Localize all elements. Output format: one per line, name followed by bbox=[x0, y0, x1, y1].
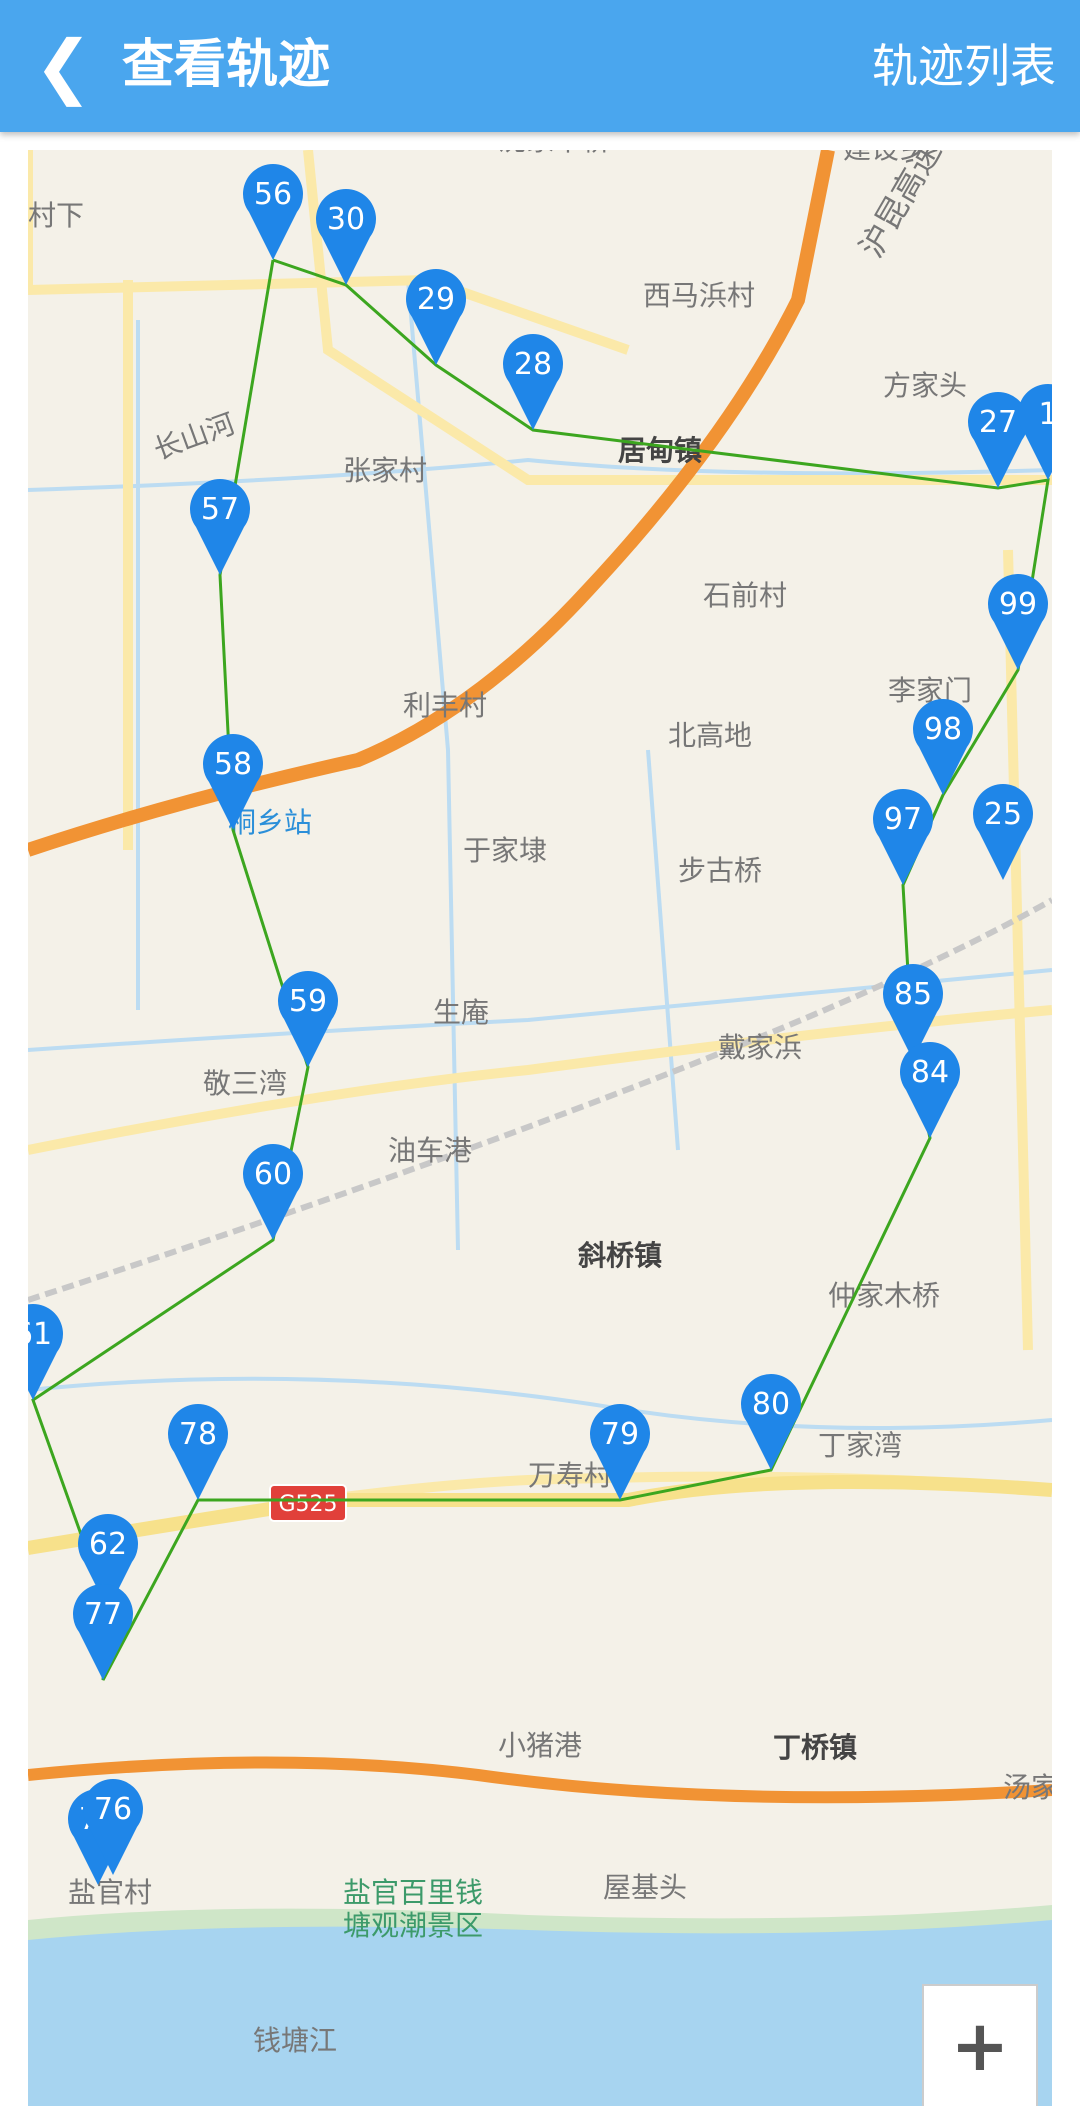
place-label: 戴家浜 bbox=[718, 1031, 802, 1064]
marker-label: 27 bbox=[979, 405, 1017, 440]
expressway-south bbox=[28, 1756, 1052, 1804]
marker-label: 84 bbox=[911, 1055, 949, 1090]
marker-label: 85 bbox=[894, 977, 932, 1012]
place-label: 利丰村 bbox=[403, 689, 487, 722]
railway bbox=[28, 897, 1052, 1303]
place-label: 屋基头 bbox=[603, 1871, 687, 1904]
qiantang-river bbox=[28, 1910, 1052, 2106]
marker-label: 30 bbox=[327, 202, 365, 237]
place-label: 敬三湾 bbox=[203, 1067, 287, 1100]
place-label: 盐官百里钱 bbox=[343, 1876, 483, 1909]
place-label: 张家村 bbox=[343, 454, 427, 487]
place-label: 生庵 bbox=[433, 996, 489, 1029]
place-label: 小猪港 bbox=[498, 1729, 582, 1762]
place-label: 盐官村 bbox=[68, 1876, 152, 1909]
place-label: 钱塘江 bbox=[253, 2024, 337, 2057]
marker-label: 28 bbox=[514, 347, 552, 382]
marker-label: 29 bbox=[417, 282, 455, 317]
zoom-in-button[interactable]: + bbox=[922, 1984, 1038, 2106]
marker-label: 97 bbox=[884, 802, 922, 837]
map-view[interactable]: G525 沪昆高速 沈家木桥建设乡西马浜村方家头居甸镇张家村石前村李家门利丰村北… bbox=[28, 150, 1052, 2106]
track-list-button[interactable]: 轨迹列表 bbox=[872, 34, 1056, 98]
marker-label: 59 bbox=[289, 984, 327, 1019]
place-label: 油车港 bbox=[388, 1134, 472, 1167]
marker-label: 77 bbox=[84, 1597, 122, 1632]
track-marker[interactable]: 98 bbox=[913, 699, 974, 795]
track-marker[interactable]: 84 bbox=[900, 1042, 961, 1138]
track-marker[interactable]: 78 bbox=[168, 1404, 228, 1500]
marker-label: 98 bbox=[924, 712, 962, 747]
header-bar: ❮ 查看轨迹 轨迹列表 bbox=[0, 0, 1080, 132]
marker-label: 56 bbox=[254, 177, 292, 212]
back-button[interactable]: ❮ bbox=[34, 26, 94, 106]
track-marker[interactable]: 99 bbox=[988, 574, 1048, 670]
place-label: 西马浜村 bbox=[643, 279, 755, 312]
place-label: 丁桥镇 bbox=[773, 1731, 857, 1764]
g525-shield: G525 bbox=[269, 1484, 347, 1522]
track-marker[interactable]: 57 bbox=[190, 479, 251, 575]
marker-label: 80 bbox=[752, 1387, 790, 1422]
expressway-label: 沪昆高速 bbox=[852, 150, 949, 264]
track-marker[interactable]: 25 bbox=[973, 784, 1033, 880]
track-marker[interactable]: 80 bbox=[741, 1374, 801, 1470]
place-label: 沈家木桥 bbox=[498, 150, 610, 157]
place-label: 步古桥 bbox=[678, 854, 762, 887]
place-label: 塘观潮景区 bbox=[343, 1909, 483, 1942]
marker-label: 78 bbox=[179, 1417, 217, 1452]
page-title: 查看轨迹 bbox=[122, 35, 331, 95]
place-label: 汤家 bbox=[1003, 1771, 1052, 1804]
map-canvas: G525 沪昆高速 沈家木桥建设乡西马浜村方家头居甸镇张家村石前村李家门利丰村北… bbox=[28, 150, 1052, 2106]
place-label: 方家头 bbox=[883, 369, 967, 402]
marker-label: 61 bbox=[28, 1317, 52, 1352]
place-label: 斜桥镇 bbox=[578, 1239, 662, 1272]
marker-label: 60 bbox=[254, 1157, 292, 1192]
place-label: 长山河 bbox=[149, 407, 239, 467]
place-label: 于家埭 bbox=[463, 834, 547, 867]
track-marker[interactable]: 59 bbox=[278, 971, 338, 1067]
place-label: 石前村 bbox=[703, 579, 787, 612]
marker-label: 58 bbox=[214, 747, 252, 782]
marker-label: 1 bbox=[1038, 397, 1052, 432]
place-label: 村下 bbox=[28, 199, 84, 232]
marker-label: 79 bbox=[601, 1417, 639, 1452]
track-marker[interactable]: 97 bbox=[873, 789, 934, 885]
track-marker[interactable]: 56 bbox=[243, 164, 303, 260]
marker-label: 62 bbox=[89, 1527, 127, 1562]
marker-label: 57 bbox=[201, 492, 239, 527]
marker-label: 99 bbox=[999, 587, 1037, 622]
marker-label: 25 bbox=[984, 797, 1022, 832]
track-marker[interactable]: 77 bbox=[73, 1584, 133, 1680]
place-label: 万寿村 bbox=[528, 1459, 612, 1492]
g525-label: G525 bbox=[278, 1492, 337, 1517]
place-label: 建设乡 bbox=[843, 150, 927, 165]
place-label: 北高地 bbox=[668, 719, 752, 752]
marker-label: 76 bbox=[94, 1792, 132, 1827]
place-label: 仲家木桥 bbox=[828, 1279, 940, 1312]
place-label: 丁家湾 bbox=[818, 1429, 902, 1462]
